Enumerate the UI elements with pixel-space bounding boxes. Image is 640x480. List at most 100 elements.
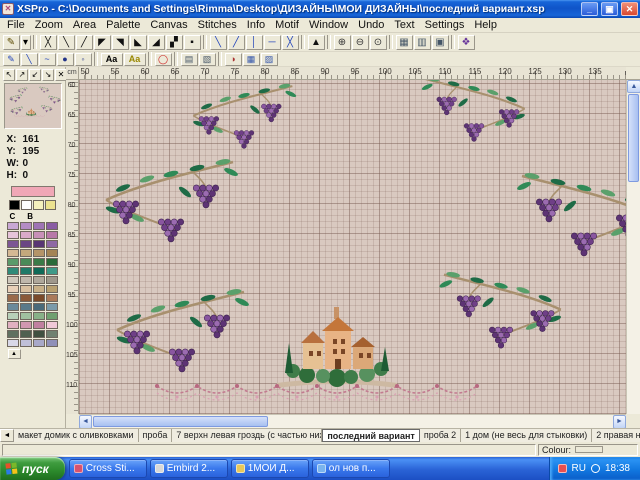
pattern-tab-3[interactable]: последний вариант: [322, 429, 419, 442]
three-quarter-stitch-tool[interactable]: ▞: [166, 35, 183, 50]
palette-swatch[interactable]: [46, 339, 58, 347]
minimize-button[interactable]: _: [581, 2, 598, 16]
palette-swatch[interactable]: [46, 285, 58, 293]
rulers-toggle-button[interactable]: ▥: [414, 35, 431, 50]
quarter-stitch-br-tool[interactable]: ◢: [148, 35, 165, 50]
palette-swatch[interactable]: [46, 222, 58, 230]
menu-item-motif[interactable]: Motif: [270, 18, 304, 32]
palette-swatch[interactable]: [33, 294, 45, 302]
tray-app-icon[interactable]: [558, 464, 567, 473]
backstitch-diag1-tool[interactable]: ╲: [210, 35, 227, 50]
menu-item-help[interactable]: Help: [469, 18, 502, 32]
palette-swatch[interactable]: [20, 231, 32, 239]
petite-stitch-tool[interactable]: ▪: [184, 35, 201, 50]
pattern-tab-5[interactable]: 1 дом (не весь для стыковки): [461, 429, 592, 442]
palette-swatch[interactable]: [20, 249, 32, 257]
zoom-out-button[interactable]: ⊖: [352, 35, 369, 50]
motif-library-button[interactable]: ❖: [458, 35, 475, 50]
palette-swatch[interactable]: [33, 285, 45, 293]
backstitch-vert-tool[interactable]: │: [246, 35, 263, 50]
taskbar-task-1[interactable]: Embird 2...: [150, 459, 228, 478]
palette-swatch[interactable]: [20, 312, 32, 320]
zoom-actual-button[interactable]: ⊙: [370, 35, 387, 50]
select-area-tool[interactable]: ▲: [308, 35, 325, 50]
pattern-tab-0[interactable]: макет домик с оливковками: [14, 429, 139, 442]
palette-swatch[interactable]: [33, 231, 45, 239]
palette-swatch[interactable]: [20, 240, 32, 248]
palette-swatch[interactable]: [7, 312, 19, 320]
menu-item-window[interactable]: Window: [304, 18, 353, 32]
longstitch-tool[interactable]: ╳: [282, 35, 299, 50]
palette-swatch[interactable]: [7, 276, 19, 284]
palette-swatch[interactable]: [33, 312, 45, 320]
pencil-dropdown[interactable]: ▾: [21, 35, 31, 50]
palette-swatch[interactable]: [7, 339, 19, 347]
menu-item-info[interactable]: Info: [242, 18, 270, 32]
horizontal-scrollbar[interactable]: ◄ ►: [79, 414, 626, 428]
quick-colour-swatch[interactable]: [9, 200, 20, 210]
scroll-up-button[interactable]: ▲: [627, 80, 640, 93]
tab-scroll-left-button[interactable]: ◄: [0, 429, 14, 442]
half-stitch-fwd-tool[interactable]: ╱: [76, 35, 93, 50]
french-knot-tool[interactable]: ●: [57, 53, 74, 66]
scroll-right-button[interactable]: ►: [613, 415, 626, 429]
menu-item-text[interactable]: Text: [389, 18, 419, 32]
quick-colour-swatch[interactable]: [21, 200, 32, 210]
menu-item-stitches[interactable]: Stitches: [193, 18, 242, 32]
menu-item-undo[interactable]: Undo: [353, 18, 389, 32]
direction-se-tool[interactable]: ↘: [42, 69, 54, 81]
scroll-left-button[interactable]: ◄: [79, 415, 92, 429]
palette-swatch[interactable]: [20, 222, 32, 230]
direction-ne-tool[interactable]: ↗: [16, 69, 28, 81]
palette-swatch[interactable]: [7, 303, 19, 311]
palette-swatch[interactable]: [20, 321, 32, 329]
palette-swatch[interactable]: [20, 258, 32, 266]
palette-swatch[interactable]: [20, 267, 32, 275]
vertical-scrollbar[interactable]: ▲: [626, 80, 640, 414]
palette-swatch[interactable]: [33, 249, 45, 257]
pattern-fill-alt-button[interactable]: ▧: [199, 53, 216, 66]
curve-tool[interactable]: ~: [39, 53, 56, 66]
stitch-info-button[interactable]: ▨: [261, 53, 278, 66]
palette-swatch[interactable]: [7, 330, 19, 338]
straight-line-tool[interactable]: ╲: [21, 53, 38, 66]
design-preview[interactable]: [4, 83, 62, 129]
palette-swatch[interactable]: [33, 222, 45, 230]
palette-swatch[interactable]: [20, 330, 32, 338]
current-colour-swatch[interactable]: [11, 186, 55, 197]
direction-nw-tool[interactable]: ↖: [3, 69, 15, 81]
palette-swatch[interactable]: [20, 285, 32, 293]
quarter-stitch-bl-tool[interactable]: ◣: [130, 35, 147, 50]
palette-swatch[interactable]: [46, 267, 58, 275]
palette-swatch[interactable]: [46, 294, 58, 302]
palette-swatch[interactable]: [7, 258, 19, 266]
menu-item-area[interactable]: Area: [68, 18, 101, 32]
colour-picker-button[interactable]: ◯: [155, 53, 172, 66]
menu-item-zoom[interactable]: Zoom: [30, 18, 68, 32]
direction-sw-tool[interactable]: ↙: [29, 69, 41, 81]
palette-swatch[interactable]: [46, 258, 58, 266]
palette-swatch[interactable]: [33, 276, 45, 284]
backstitch-diag2-tool[interactable]: ╱: [228, 35, 245, 50]
palette-swatch[interactable]: [46, 303, 58, 311]
quarter-stitch-tr-tool[interactable]: ◥: [112, 35, 129, 50]
bead-tool[interactable]: ◦: [75, 53, 92, 66]
palette-swatch[interactable]: [7, 267, 19, 275]
text-tool[interactable]: Aa: [101, 53, 123, 66]
palette-swatch[interactable]: [33, 258, 45, 266]
freehand-backstitch-tool[interactable]: ✎: [3, 53, 20, 66]
palette-swap-button[interactable]: ◑: [225, 53, 242, 66]
full-cross-stitch-tool[interactable]: ╳: [40, 35, 57, 50]
palette-swatch[interactable]: [33, 303, 45, 311]
palette-swatch[interactable]: [20, 303, 32, 311]
palette-swatch[interactable]: [20, 294, 32, 302]
close-button[interactable]: ✕: [621, 2, 638, 16]
taskbar-task-2[interactable]: 1МОИ Д...: [231, 459, 309, 478]
half-stitch-back-tool[interactable]: ╲: [58, 35, 75, 50]
text-outline-tool[interactable]: Aa: [124, 53, 146, 66]
grid-toggle-button[interactable]: ▦: [396, 35, 413, 50]
palette-swatch[interactable]: [7, 231, 19, 239]
restore-button[interactable]: ▣: [601, 2, 618, 16]
palette-swatch[interactable]: [7, 222, 19, 230]
export-chart-button[interactable]: ▦: [243, 53, 260, 66]
